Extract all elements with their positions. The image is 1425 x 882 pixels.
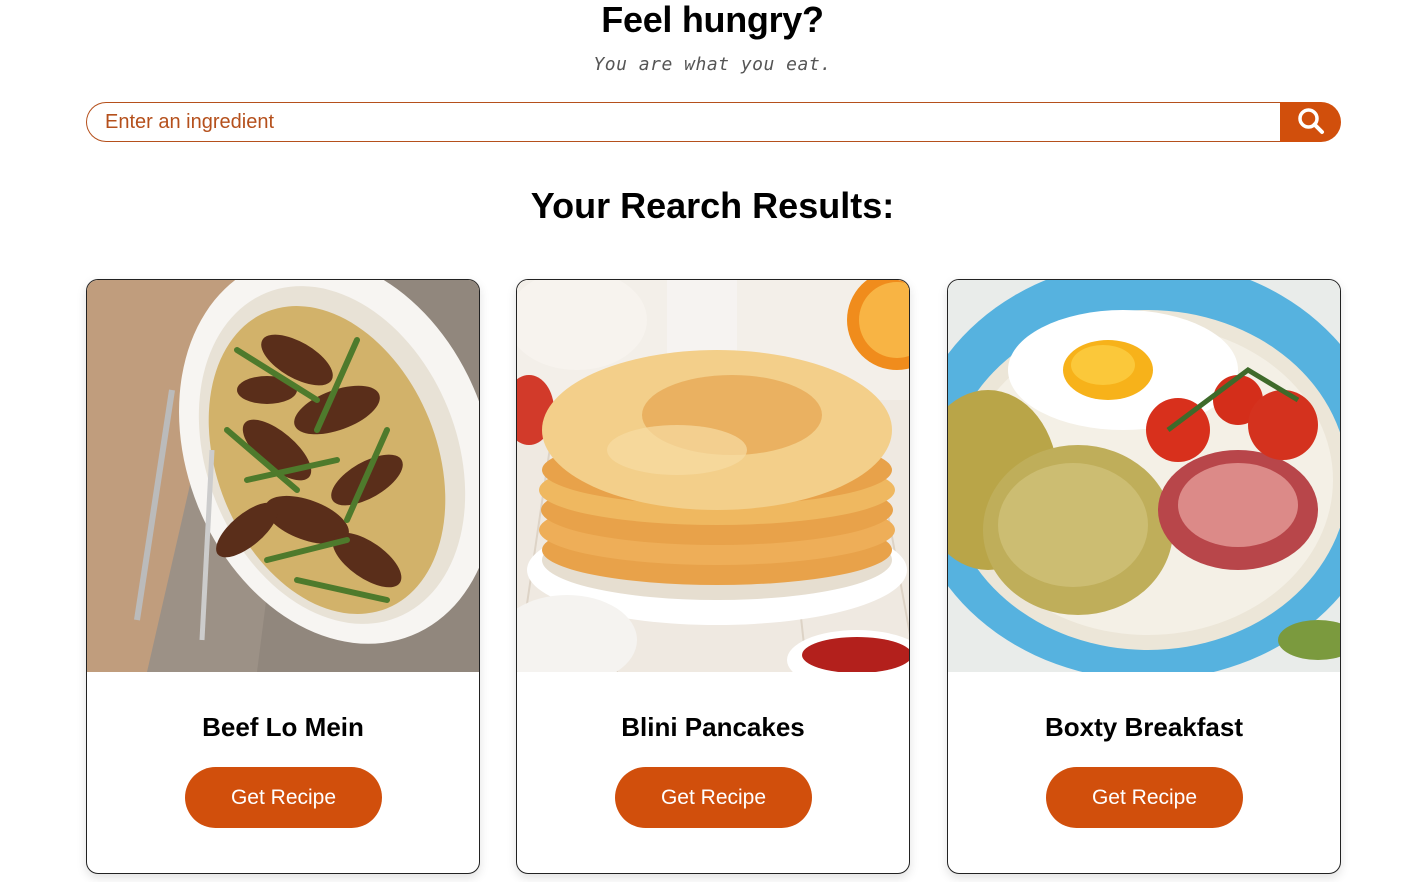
results-grid: Beef Lo Mein Get Recipe Blini Pancakes G… <box>86 279 1341 874</box>
beef-lo-mein-photo <box>87 280 479 672</box>
boxty-breakfast-photo <box>948 280 1340 672</box>
recipe-title: Beef Lo Mein <box>202 712 364 742</box>
recipe-card: Blini Pancakes Get Recipe <box>516 279 910 874</box>
recipe-card: Beef Lo Mein Get Recipe <box>86 279 480 874</box>
search-input[interactable] <box>86 102 1280 142</box>
results-title: Your Rearch Results: <box>530 185 895 226</box>
blini-pancakes-photo <box>517 280 909 672</box>
search-button[interactable] <box>1280 102 1341 142</box>
page: Feel hungry? You are what you eat. Your … <box>0 0 1425 882</box>
search-icon <box>1297 107 1325 138</box>
search-form <box>86 102 1341 142</box>
get-recipe-button[interactable]: Get Recipe <box>185 767 382 828</box>
page-title: Feel hungry? <box>601 0 824 40</box>
get-recipe-button[interactable]: Get Recipe <box>1046 767 1243 828</box>
page-tagline: You are what you eat. <box>593 54 832 75</box>
recipe-title: Blini Pancakes <box>621 712 805 742</box>
recipe-card: Boxty Breakfast Get Recipe <box>947 279 1341 874</box>
recipe-title: Boxty Breakfast <box>1045 712 1243 742</box>
get-recipe-button[interactable]: Get Recipe <box>615 767 812 828</box>
